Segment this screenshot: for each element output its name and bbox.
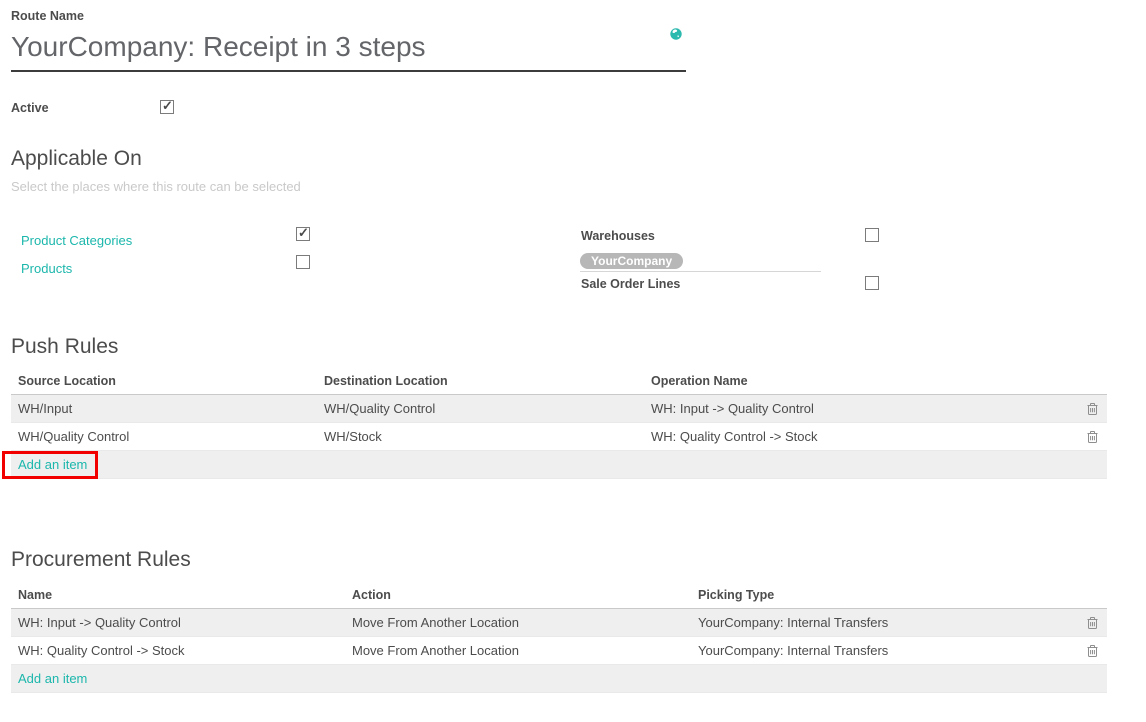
cell-picking-type[interactable]: YourCompany: Internal Transfers <box>691 643 1071 658</box>
cell-operation-name[interactable]: WH: Quality Control -> Stock <box>644 429 1071 444</box>
sale-order-lines-label: Sale Order Lines <box>581 277 680 291</box>
push-rules-header-row: Source Location Destination Location Ope… <box>11 370 1107 395</box>
column-header: Operation Name <box>644 374 1071 388</box>
warehouses-label: Warehouses <box>581 229 655 243</box>
table-row[interactable]: WH: Input -> Quality Control Move From A… <box>11 609 1107 637</box>
translate-globe-icon[interactable] <box>670 28 682 43</box>
cell-operation-name[interactable]: WH: Input -> Quality Control <box>644 401 1071 416</box>
column-header: Source Location <box>11 374 317 388</box>
warehouses-tags-field[interactable]: YourCompany <box>580 249 821 272</box>
applicable-on-heading: Applicable On <box>11 147 142 171</box>
procurement-rules-heading: Procurement Rules <box>11 548 191 572</box>
table-row[interactable]: WH/Input WH/Quality Control WH: Input ->… <box>11 395 1107 423</box>
route-name-input[interactable]: YourCompany: Receipt in 3 steps <box>11 30 686 72</box>
column-header: Name <box>11 588 345 602</box>
trash-icon[interactable] <box>1087 430 1098 443</box>
column-header-actions <box>1071 588 1107 602</box>
cell-destination-location[interactable]: WH/Quality Control <box>317 401 644 416</box>
procurement-rules-table: Name Action Picking Type WH: Input -> Qu… <box>11 584 1107 693</box>
route-name-label: Route Name <box>11 9 84 23</box>
applicable-on-subtitle: Select the places where this route can b… <box>11 179 301 194</box>
cell-action[interactable]: Move From Another Location <box>345 643 691 658</box>
warehouses-checkbox[interactable]: ✓ <box>865 228 879 242</box>
product-categories-checkbox[interactable]: ✓ <box>296 227 310 241</box>
push-rules-heading: Push Rules <box>11 335 118 359</box>
active-checkbox[interactable]: ✓ <box>160 100 174 114</box>
check-icon: ✓ <box>298 225 309 241</box>
trash-icon[interactable] <box>1087 616 1098 629</box>
procurement-rules-header-row: Name Action Picking Type <box>11 584 1107 609</box>
route-form-page: Route Name YourCompany: Receipt in 3 ste… <box>0 0 1146 722</box>
warehouse-tag[interactable]: YourCompany <box>580 253 683 269</box>
sale-order-lines-checkbox[interactable]: ✓ <box>865 276 879 290</box>
active-label: Active <box>11 101 49 115</box>
cell-name[interactable]: WH: Quality Control -> Stock <box>11 643 345 658</box>
cell-name[interactable]: WH: Input -> Quality Control <box>11 615 345 630</box>
push-rules-table: Source Location Destination Location Ope… <box>11 370 1107 479</box>
cell-action[interactable]: Move From Another Location <box>345 615 691 630</box>
column-header: Action <box>345 588 691 602</box>
column-header: Picking Type <box>691 588 1071 602</box>
cell-source-location[interactable]: WH/Input <box>11 401 317 416</box>
push-rules-add-an-item-link[interactable]: Add an item <box>18 457 87 472</box>
cell-picking-type[interactable]: YourCompany: Internal Transfers <box>691 615 1071 630</box>
procurement-rules-add-an-item-link[interactable]: Add an item <box>18 671 87 686</box>
cell-destination-location[interactable]: WH/Stock <box>317 429 644 444</box>
products-link[interactable]: Products <box>21 261 72 276</box>
cell-source-location[interactable]: WH/Quality Control <box>11 429 317 444</box>
table-row[interactable]: WH/Quality Control WH/Stock WH: Quality … <box>11 423 1107 451</box>
product-categories-link[interactable]: Product Categories <box>21 233 132 248</box>
add-item-row[interactable]: Add an item <box>11 665 1107 693</box>
products-checkbox[interactable]: ✓ <box>296 255 310 269</box>
add-item-row[interactable]: Add an item <box>11 451 1107 479</box>
check-icon: ✓ <box>162 98 173 114</box>
trash-icon[interactable] <box>1087 644 1098 657</box>
column-header-actions <box>1071 374 1107 388</box>
trash-icon[interactable] <box>1087 402 1098 415</box>
table-row[interactable]: WH: Quality Control -> Stock Move From A… <box>11 637 1107 665</box>
column-header: Destination Location <box>317 374 644 388</box>
